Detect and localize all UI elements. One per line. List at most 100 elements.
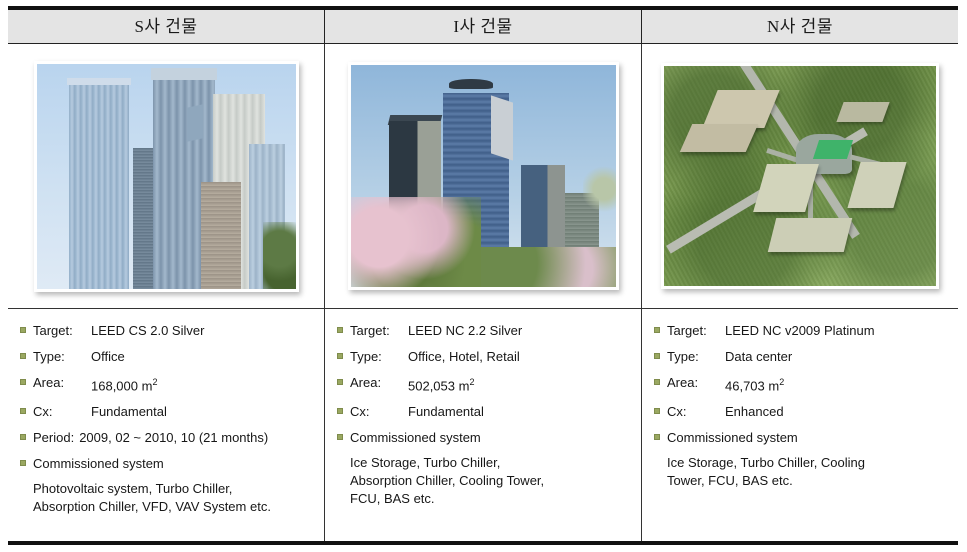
spec-row-area: Area: 502,053 m2 xyxy=(337,375,631,393)
spec-value-text: 502,053 m xyxy=(408,378,470,394)
spec-value: 502,053 m2 xyxy=(408,375,474,393)
spec-label: Cx: xyxy=(350,404,370,420)
spec-row-area: Area: 46,703 m2 xyxy=(654,375,948,393)
image-cell-3 xyxy=(642,44,958,308)
spec-value-text: 46,703 m xyxy=(725,378,780,394)
bullet-square-icon xyxy=(337,434,343,441)
spec-value: Enhanced xyxy=(725,404,784,420)
tower-b-fin xyxy=(490,95,513,161)
bullet-square-icon xyxy=(654,379,660,385)
spec-cell-2: Target: LEED NC 2.2 Silver Type: Office,… xyxy=(325,309,642,541)
spec-value: Fundamental xyxy=(408,404,484,420)
spec-label: Period: xyxy=(33,430,75,446)
spec-row-type: Type: Office, Hotel, Retail xyxy=(337,349,631,364)
photo-frame-3 xyxy=(661,63,939,289)
spec-row-area: Area: 168,000 m2 xyxy=(20,375,314,393)
spec-value: Office, Hotel, Retail xyxy=(408,349,520,364)
commissioned-heading: Commissioned system xyxy=(667,430,798,446)
spec-label: Type: xyxy=(350,349,382,364)
towers-with-cherry-blossoms-photo xyxy=(350,65,616,287)
spec-label: Type: xyxy=(33,349,65,364)
spec-value: Fundamental xyxy=(91,404,167,420)
bare-tree xyxy=(582,157,616,221)
bullet-square-icon xyxy=(20,353,26,359)
comparison-table: S사 건물 I사 건물 N사 건물 Target: LEED CS 2.0 Si… xyxy=(8,6,958,545)
spec-row-cx: Cx: Fundamental xyxy=(337,404,631,419)
spec-value: LEED NC v2009 Platinum xyxy=(725,323,875,338)
tower-center-facet xyxy=(186,103,203,142)
spec-label: Type: xyxy=(667,349,699,364)
image-cell-2 xyxy=(325,44,642,308)
spec-row-period: Period: 2009, 02 ~ 2010, 10 (21 months) xyxy=(20,430,314,445)
photo-frame-1 xyxy=(33,60,299,292)
spec-label: Area: xyxy=(350,375,382,390)
tower-center-cap xyxy=(150,67,217,80)
bullet-square-icon xyxy=(337,408,343,415)
spec-label: Target: xyxy=(350,323,390,338)
bullet-square-icon xyxy=(654,353,660,359)
bullet-square-icon xyxy=(337,327,343,333)
column-header-1: S사 건물 xyxy=(8,10,325,43)
cherry-blossom-cluster xyxy=(350,197,481,287)
tower-b-crown xyxy=(448,79,493,89)
green-roof xyxy=(812,140,854,159)
spec-row-target: Target: LEED NC v2009 Platinum xyxy=(654,323,948,338)
spec-value: Data center xyxy=(725,349,793,364)
spec-value: 46,703 m2 xyxy=(725,375,784,393)
spec-row-cx: Cx: Fundamental xyxy=(20,404,314,419)
column-header-3: N사 건물 xyxy=(767,17,833,36)
spec-row-type: Type: Data center xyxy=(654,349,948,364)
building-north-2 xyxy=(679,124,759,152)
commissioned-heading-row: Commissioned system xyxy=(337,430,631,445)
bullet-square-icon xyxy=(20,408,26,415)
spec-label: Cx: xyxy=(33,404,53,420)
spec-label: Area: xyxy=(33,375,65,390)
commissioned-heading: Commissioned system xyxy=(350,430,481,446)
bullet-square-icon xyxy=(654,327,660,333)
spec-row-target: Target: LEED NC 2.2 Silver xyxy=(337,323,631,338)
glass-skyscrapers-photo xyxy=(36,63,296,289)
spec-label: Area: xyxy=(667,375,699,390)
spec-value: 2009, 02 ~ 2010, 10 (21 months) xyxy=(79,430,269,446)
commissioned-systems-text: Ice Storage, Turbo Chiller, Cooling Towe… xyxy=(667,455,865,489)
spec-label: Target: xyxy=(33,323,73,338)
superscript: 2 xyxy=(469,377,475,387)
spec-row-cx: Cx: Enhanced xyxy=(654,404,948,419)
superscript: 2 xyxy=(152,377,158,387)
table-header-row: S사 건물 I사 건물 N사 건물 xyxy=(8,10,958,44)
bullet-square-icon xyxy=(654,408,660,415)
commissioned-systems-text: Ice Storage, Turbo Chiller, Absorption C… xyxy=(350,455,545,507)
bullet-square-icon xyxy=(654,434,660,441)
aerial-campus-rendering xyxy=(664,66,936,286)
bullet-square-icon xyxy=(20,379,26,385)
foliage xyxy=(262,221,296,289)
bullet-square-icon xyxy=(20,327,26,333)
column-header-2: I사 건물 xyxy=(325,10,642,43)
commissioned-heading: Commissioned system xyxy=(33,456,164,472)
tower-beige xyxy=(200,181,241,289)
spec-label: Cx: xyxy=(667,404,687,420)
superscript: 2 xyxy=(779,377,785,387)
spec-value: LEED CS 2.0 Silver xyxy=(91,323,205,338)
spec-cell-3: Target: LEED NC v2009 Platinum Type: Dat… xyxy=(642,309,958,541)
spec-label: Target: xyxy=(667,323,707,338)
table-image-row xyxy=(8,44,958,309)
spec-value-text: 168,000 m xyxy=(91,378,153,394)
bullet-square-icon xyxy=(20,460,26,467)
bullet-square-icon xyxy=(20,434,26,441)
tower-left-cap xyxy=(66,77,131,85)
spec-value: 168,000 m2 xyxy=(91,375,157,393)
spec-value: LEED NC 2.2 Silver xyxy=(408,323,523,338)
image-cell-1 xyxy=(8,44,325,308)
spec-row-target: Target: LEED CS 2.0 Silver xyxy=(20,323,314,338)
spec-value: Office xyxy=(91,349,125,364)
commissioned-heading-row: Commissioned system xyxy=(20,456,314,471)
building-northeast xyxy=(836,102,890,122)
bullet-square-icon xyxy=(337,353,343,359)
photo-frame-2 xyxy=(347,62,619,290)
page-root: S사 건물 I사 건물 N사 건물 Target: LEED CS 2.0 Si… xyxy=(0,0,967,552)
spec-row-type: Type: Office xyxy=(20,349,314,364)
spec-cell-1: Target: LEED CS 2.0 Silver Type: Office … xyxy=(8,309,325,541)
building-south xyxy=(767,218,853,252)
commissioned-heading-row: Commissioned system xyxy=(654,430,948,445)
